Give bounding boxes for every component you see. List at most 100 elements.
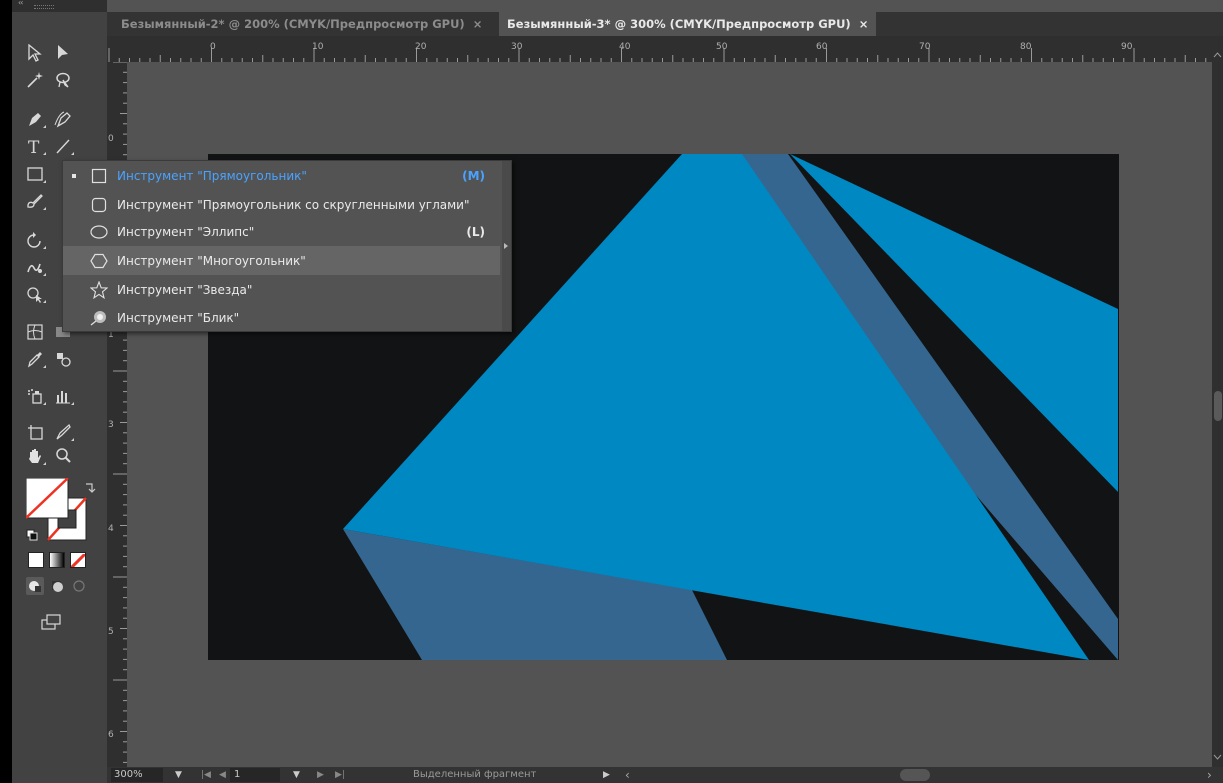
draw-normal-icon[interactable] [26,577,44,595]
symbol-sprayer-tool-icon[interactable] [22,384,48,408]
ruler-label: 6 [108,730,114,740]
svg-text:T: T [28,138,40,155]
tab-title: Безымянный-2* @ 200% (CMYK/Предпросмотр … [121,17,465,31]
status-text[interactable]: Выделенный фрагмент [413,767,536,783]
next-artboard-icon[interactable]: ▶ [317,767,324,783]
lasso-tool-icon[interactable] [50,68,76,92]
flyout-item-flare[interactable]: Инструмент "Блик" [63,303,500,332]
draw-modes [26,577,96,597]
ellipse-icon [90,223,108,241]
zoom-tool-icon[interactable] [50,444,76,468]
type-tool-icon[interactable]: T [22,134,48,158]
ruler-label: 60 [816,42,828,52]
ruler-label: 80 [1020,42,1032,52]
artboard-dropdown-icon[interactable]: ▼ [293,767,300,783]
ruler-label: 0 [210,42,216,52]
scroll-right-icon[interactable]: › [1207,767,1212,783]
ruler-label: 70 [919,42,931,52]
polygon-icon [90,252,108,270]
flyout-item-label: Инструмент "Многоугольник" [117,253,306,268]
ruler-label: 5 [108,627,114,637]
draw-behind-icon[interactable] [48,577,66,595]
eyedropper-tool-icon[interactable] [22,347,48,371]
active-tool-indicator [72,173,76,178]
flyout-item-label: Инструмент "Прямоугольник со скругленным… [117,197,470,212]
ruler-label: 0 [108,134,114,144]
flyout-item-label: Инструмент "Звезда" [117,282,253,297]
ruler-label: 4 [108,524,114,534]
collapse-panel-button[interactable]: ‹‹ [18,0,24,7]
zoom-level-field[interactable]: 300% [111,768,163,782]
zoom-dropdown-icon[interactable]: ▼ [175,767,182,783]
flyout-item-label: Инструмент "Прямоугольник" [117,168,307,183]
flare-icon [90,309,108,327]
panel-grip[interactable] [34,5,54,9]
mesh-tool-icon[interactable] [22,320,48,344]
rotate-tool-icon[interactable] [22,228,48,252]
prev-artboard-icon[interactable]: ◀ [219,767,226,783]
pen-tool-icon[interactable] [22,107,48,131]
horizontal-scrollbar-thumb[interactable] [900,769,930,781]
paintbrush-tool-icon[interactable] [22,189,48,213]
close-tab-icon[interactable]: × [473,17,483,31]
shape-tools-flyout: Инструмент "Прямоугольник" (M) Инструмен… [62,160,512,332]
ruler-label: 3 [108,420,114,430]
flyout-shortcut: (M) [462,168,485,183]
status-menu-icon[interactable]: ▶ [603,767,610,783]
ruler-label: 10 [312,42,324,52]
scrollbar-thumb[interactable] [1214,391,1222,421]
vertical-scrollbar[interactable] [1212,36,1223,767]
none-mode-button[interactable] [70,552,86,568]
flyout-item-ellipse[interactable]: Инструмент "Эллипс" (L) [63,217,500,246]
tab-title: Безымянный-3* @ 300% (CMYK/Предпросмотр … [507,17,851,31]
ruler-ticks [108,48,1207,62]
flyout-shortcut: (L) [466,224,485,239]
ruler-label: 50 [716,42,728,52]
artboard-number-field[interactable]: 1 [230,768,280,782]
tools-panel-header: ‹‹ [12,0,107,12]
slice-tool-icon[interactable] [50,420,76,444]
tab-document-3[interactable]: Безымянный-3* @ 300% (CMYK/Предпросмотр … [499,12,877,36]
ruler-label: 30 [511,42,523,52]
flyout-item-rounded-rectangle[interactable]: Инструмент "Прямоугольник со скругленным… [63,190,500,219]
first-artboard-icon[interactable]: |◀ [201,767,211,783]
horizontal-ruler[interactable]: 0 10 20 30 40 50 60 70 80 90 [107,36,1212,62]
status-bar: 300% ▼ |◀ ◀ 1 ▼ ▶ ▶| Выделенный фрагмент… [107,767,1223,783]
magic-wand-tool-icon[interactable] [22,68,48,92]
ruler-label: 20 [415,42,427,52]
scroll-up-icon[interactable] [1212,50,1223,60]
rounded-rectangle-icon [90,196,108,214]
close-tab-icon[interactable]: × [859,17,869,31]
flyout-item-star[interactable]: Инструмент "Звезда" [63,275,500,304]
flyout-item-polygon[interactable]: Инструмент "Многоугольник" [63,246,500,275]
selection-tool-icon[interactable] [22,41,48,65]
scroll-down-icon[interactable] [1212,752,1223,762]
hand-tool-icon[interactable] [22,444,48,468]
tools-panel: ‹‹ T [12,0,107,783]
ruler-label: 90 [1121,42,1133,52]
window-edge [0,0,12,783]
direct-selection-tool-icon[interactable] [50,41,76,65]
draw-inside-icon[interactable] [70,577,88,595]
screen-mode-icon[interactable] [38,610,64,634]
document-tabs: Безымянный-2* @ 200% (CMYK/Предпросмотр … [107,12,1223,36]
column-graph-tool-icon[interactable] [50,384,76,408]
gradient-mode-button[interactable] [49,552,65,568]
last-artboard-icon[interactable]: ▶| [335,767,345,783]
scroll-left-icon[interactable]: ‹ [625,767,630,783]
warp-tool-icon[interactable] [22,255,48,279]
tab-document-2[interactable]: Безымянный-2* @ 200% (CMYK/Предпросмотр … [113,12,490,36]
star-icon [90,281,108,299]
color-modes [28,552,98,568]
line-segment-tool-icon[interactable] [50,134,76,158]
flyout-item-rectangle[interactable]: Инструмент "Прямоугольник" (M) [63,161,500,190]
fill-stroke-swatch[interactable] [25,477,98,544]
artboard-tool-icon[interactable] [22,420,48,444]
rectangle-tool-icon[interactable] [22,162,48,186]
color-mode-button[interactable] [28,552,44,568]
tearoff-bar[interactable] [502,161,511,331]
curvature-tool-icon[interactable] [50,107,76,131]
blend-tool-icon[interactable] [50,347,76,371]
ruler-label: 40 [619,42,631,52]
shape-builder-tool-icon[interactable] [22,282,48,306]
